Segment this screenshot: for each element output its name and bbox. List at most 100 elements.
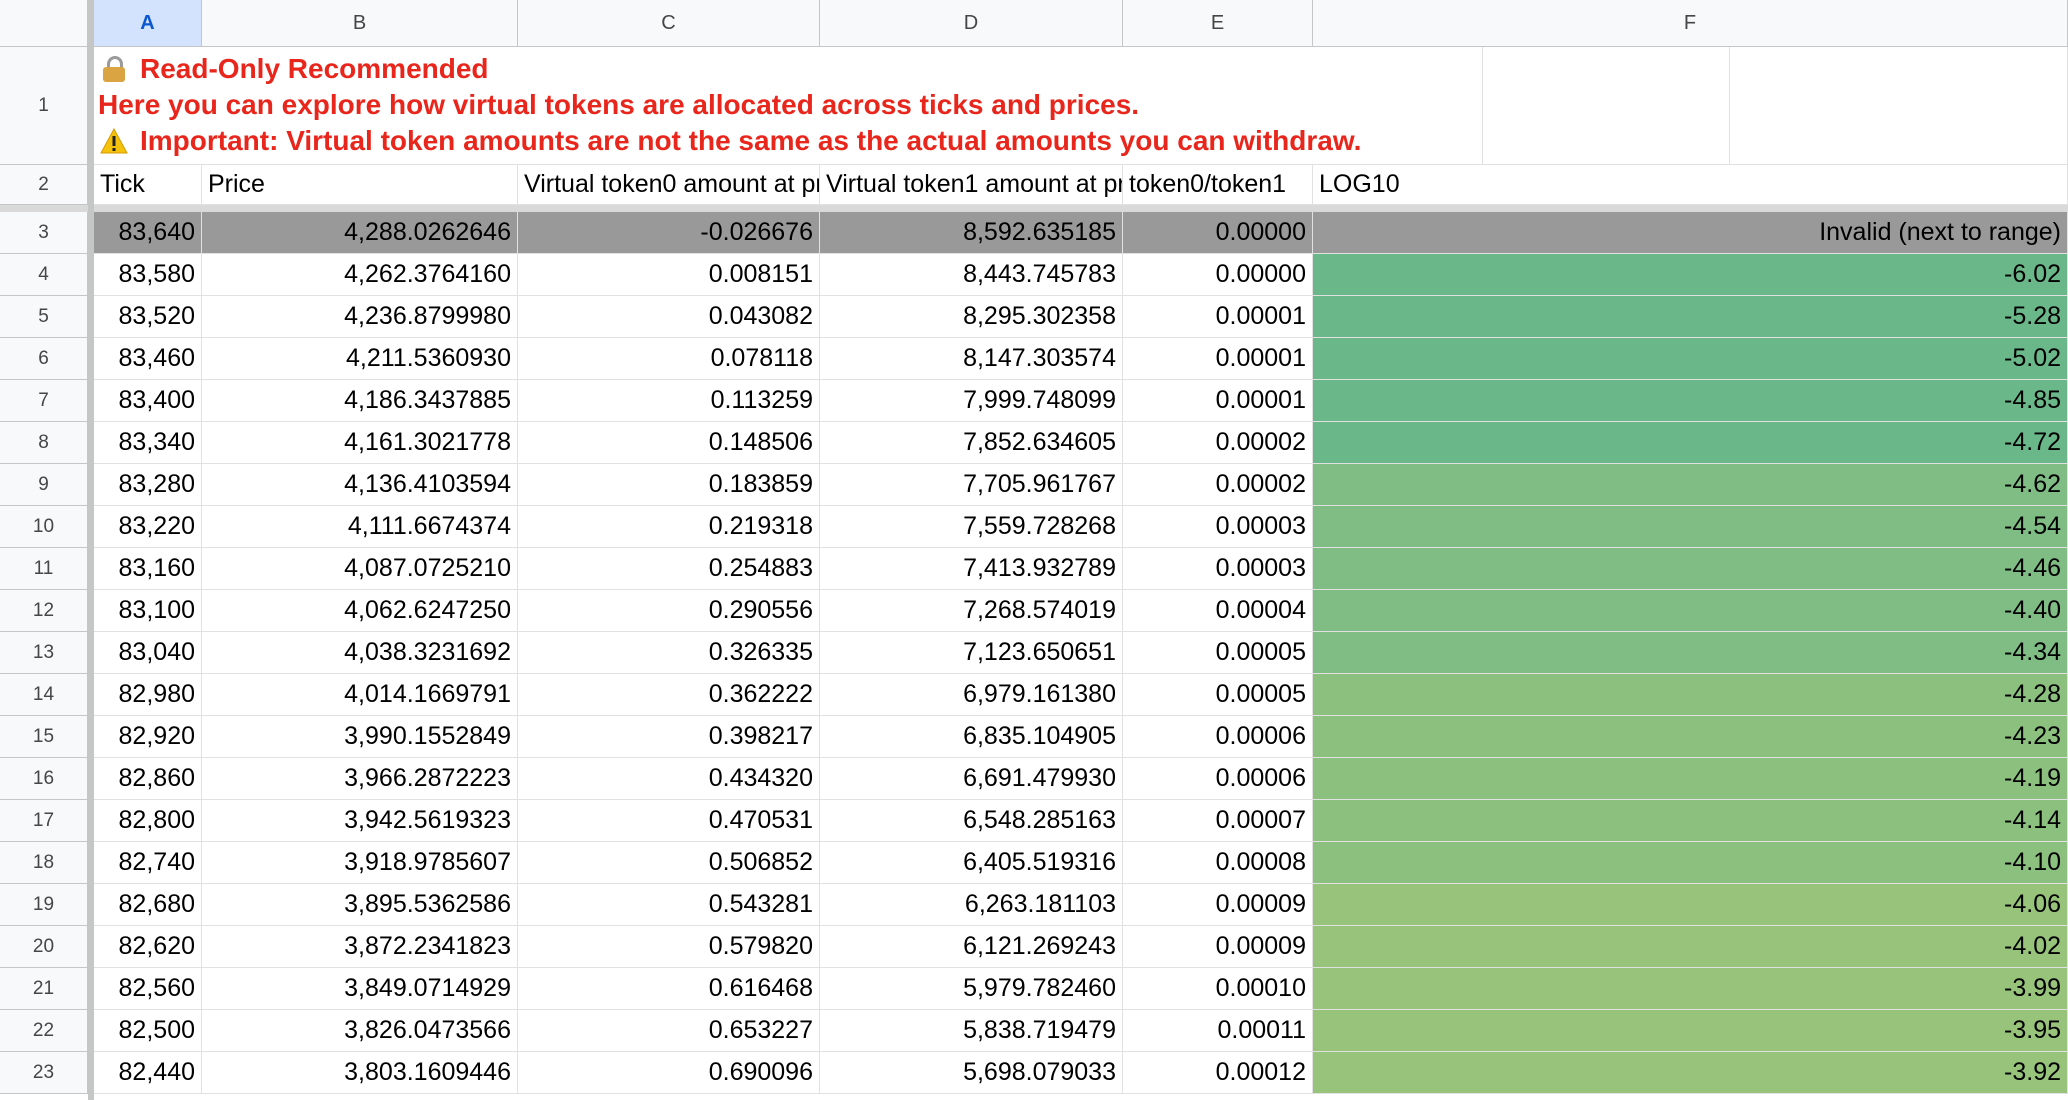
cell-virtual-token0[interactable]: 0.362222 xyxy=(518,674,820,716)
cell-virtual-token1[interactable]: 5,698.079033 xyxy=(820,1052,1123,1094)
cell-tick[interactable]: 82,680 xyxy=(94,884,202,926)
row-header[interactable]: 10 xyxy=(0,506,88,548)
cell-price[interactable]: 4,062.6247250 xyxy=(202,590,518,632)
row-header[interactable]: 17 xyxy=(0,800,88,842)
cell-price[interactable]: 4,014.1669791 xyxy=(202,674,518,716)
cell-virtual-token1[interactable]: 7,852.634605 xyxy=(820,422,1123,464)
cell-virtual-token0[interactable]: 0.326335 xyxy=(518,632,820,674)
cell-log10[interactable]: -4.14 xyxy=(1313,800,2068,842)
cell-token-ratio[interactable]: 0.00004 xyxy=(1123,590,1313,632)
cell-virtual-token1[interactable]: 5,979.782460 xyxy=(820,968,1123,1010)
cell-token-ratio[interactable]: 0.00012 xyxy=(1123,1052,1313,1094)
row-header[interactable]: 20 xyxy=(0,926,88,968)
cell-virtual-token1[interactable]: 6,548.285163 xyxy=(820,800,1123,842)
info-banner[interactable]: Read-Only Recommended Here you can explo… xyxy=(94,47,1483,165)
cell-virtual-token0[interactable]: 0.543281 xyxy=(518,884,820,926)
cell-price[interactable]: 4,087.0725210 xyxy=(202,548,518,590)
cell-tick[interactable]: 83,280 xyxy=(94,464,202,506)
cell-log10[interactable]: -4.40 xyxy=(1313,590,2068,632)
cell-f1[interactable] xyxy=(1730,47,2068,165)
cell-tick[interactable]: 82,560 xyxy=(94,968,202,1010)
cell-tick[interactable]: 83,400 xyxy=(94,380,202,422)
cell-token-ratio[interactable]: 0.00010 xyxy=(1123,968,1313,1010)
cell-virtual-token1[interactable]: 7,705.961767 xyxy=(820,464,1123,506)
cell-log10[interactable]: -4.54 xyxy=(1313,506,2068,548)
row-header[interactable]: 6 xyxy=(0,338,88,380)
cell-log10[interactable]: -3.92 xyxy=(1313,1052,2068,1094)
cell-token-ratio[interactable]: 0.00000 xyxy=(1123,212,1313,254)
cell-virtual-token0[interactable]: 0.690096 xyxy=(518,1052,820,1094)
cell-token-ratio[interactable]: 0.00001 xyxy=(1123,338,1313,380)
cell-virtual-token0[interactable]: 0.398217 xyxy=(518,716,820,758)
cell-virtual-token1[interactable]: 8,147.303574 xyxy=(820,338,1123,380)
cell-log10[interactable]: -4.06 xyxy=(1313,884,2068,926)
cell-virtual-token1[interactable]: 6,691.479930 xyxy=(820,758,1123,800)
cell-token-ratio[interactable]: 0.00005 xyxy=(1123,674,1313,716)
cell-virtual-token1[interactable]: 7,559.728268 xyxy=(820,506,1123,548)
cell-virtual-token1[interactable]: 8,295.302358 xyxy=(820,296,1123,338)
cell-virtual-token0[interactable]: 0.290556 xyxy=(518,590,820,632)
cell-tick[interactable]: 82,740 xyxy=(94,842,202,884)
cell-price[interactable]: 3,826.0473566 xyxy=(202,1010,518,1052)
column-header-f[interactable]: F xyxy=(1313,0,2068,47)
cell-log10[interactable]: -4.72 xyxy=(1313,422,2068,464)
cell-price[interactable]: 3,918.9785607 xyxy=(202,842,518,884)
cell-token-ratio[interactable]: 0.00009 xyxy=(1123,884,1313,926)
cell-virtual-token1[interactable]: 7,123.650651 xyxy=(820,632,1123,674)
row-header[interactable]: 4 xyxy=(0,254,88,296)
cell-log10[interactable]: -3.99 xyxy=(1313,968,2068,1010)
cell-virtual-token1[interactable]: 6,835.104905 xyxy=(820,716,1123,758)
header-cell-price[interactable]: Price xyxy=(202,165,518,205)
cell-price[interactable]: 4,211.5360930 xyxy=(202,338,518,380)
cell-virtual-token0[interactable]: 0.043082 xyxy=(518,296,820,338)
cell-log10[interactable]: -4.62 xyxy=(1313,464,2068,506)
row-header[interactable]: 14 xyxy=(0,674,88,716)
row-header[interactable]: 11 xyxy=(0,548,88,590)
cell-token-ratio[interactable]: 0.00001 xyxy=(1123,380,1313,422)
cell-tick[interactable]: 83,340 xyxy=(94,422,202,464)
cell-token-ratio[interactable]: 0.00002 xyxy=(1123,422,1313,464)
cell-token-ratio[interactable]: 0.00005 xyxy=(1123,632,1313,674)
cell-price[interactable]: 4,161.3021778 xyxy=(202,422,518,464)
cell-virtual-token0[interactable]: 0.183859 xyxy=(518,464,820,506)
cell-token-ratio[interactable]: 0.00003 xyxy=(1123,506,1313,548)
column-header-d[interactable]: D xyxy=(820,0,1123,47)
cell-log10[interactable]: -4.34 xyxy=(1313,632,2068,674)
cell-virtual-token1[interactable]: 7,413.932789 xyxy=(820,548,1123,590)
row-header[interactable]: 16 xyxy=(0,758,88,800)
cell-price[interactable]: 3,803.1609446 xyxy=(202,1052,518,1094)
cell-price[interactable]: 3,895.5362586 xyxy=(202,884,518,926)
cell-tick[interactable]: 83,040 xyxy=(94,632,202,674)
row-header[interactable]: 5 xyxy=(0,296,88,338)
row-header[interactable]: 22 xyxy=(0,1010,88,1052)
cell-virtual-token0[interactable]: -0.026676 xyxy=(518,212,820,254)
row-header[interactable]: 19 xyxy=(0,884,88,926)
header-cell-tick[interactable]: Tick xyxy=(94,165,202,205)
cell-virtual-token1[interactable]: 6,263.181103 xyxy=(820,884,1123,926)
cell-token-ratio[interactable]: 0.00009 xyxy=(1123,926,1313,968)
cell-price[interactable]: 4,236.8799980 xyxy=(202,296,518,338)
cell-virtual-token0[interactable]: 0.470531 xyxy=(518,800,820,842)
cell-tick[interactable]: 82,620 xyxy=(94,926,202,968)
cell-tick[interactable]: 82,500 xyxy=(94,1010,202,1052)
cell-token-ratio[interactable]: 0.00001 xyxy=(1123,296,1313,338)
row-header[interactable]: 21 xyxy=(0,968,88,1010)
cell-log10[interactable]: -4.10 xyxy=(1313,842,2068,884)
column-header-c[interactable]: C xyxy=(518,0,820,47)
cell-virtual-token1[interactable]: 8,592.635185 xyxy=(820,212,1123,254)
cell-log10[interactable]: -4.85 xyxy=(1313,380,2068,422)
cell-price[interactable]: 4,186.3437885 xyxy=(202,380,518,422)
cell-virtual-token0[interactable]: 0.616468 xyxy=(518,968,820,1010)
column-header-e[interactable]: E xyxy=(1123,0,1313,47)
cell-virtual-token0[interactable]: 0.434320 xyxy=(518,758,820,800)
cell-tick[interactable]: 83,220 xyxy=(94,506,202,548)
cell-log10[interactable]: -4.46 xyxy=(1313,548,2068,590)
cell-tick[interactable]: 83,160 xyxy=(94,548,202,590)
cell-price[interactable]: 4,136.4103594 xyxy=(202,464,518,506)
cell-price[interactable]: 3,942.5619323 xyxy=(202,800,518,842)
cell-token-ratio[interactable]: 0.00006 xyxy=(1123,716,1313,758)
cell-token-ratio[interactable]: 0.00006 xyxy=(1123,758,1313,800)
cell-price[interactable]: 4,111.6674374 xyxy=(202,506,518,548)
cell-price[interactable]: 3,872.2341823 xyxy=(202,926,518,968)
cell-virtual-token0[interactable]: 0.113259 xyxy=(518,380,820,422)
